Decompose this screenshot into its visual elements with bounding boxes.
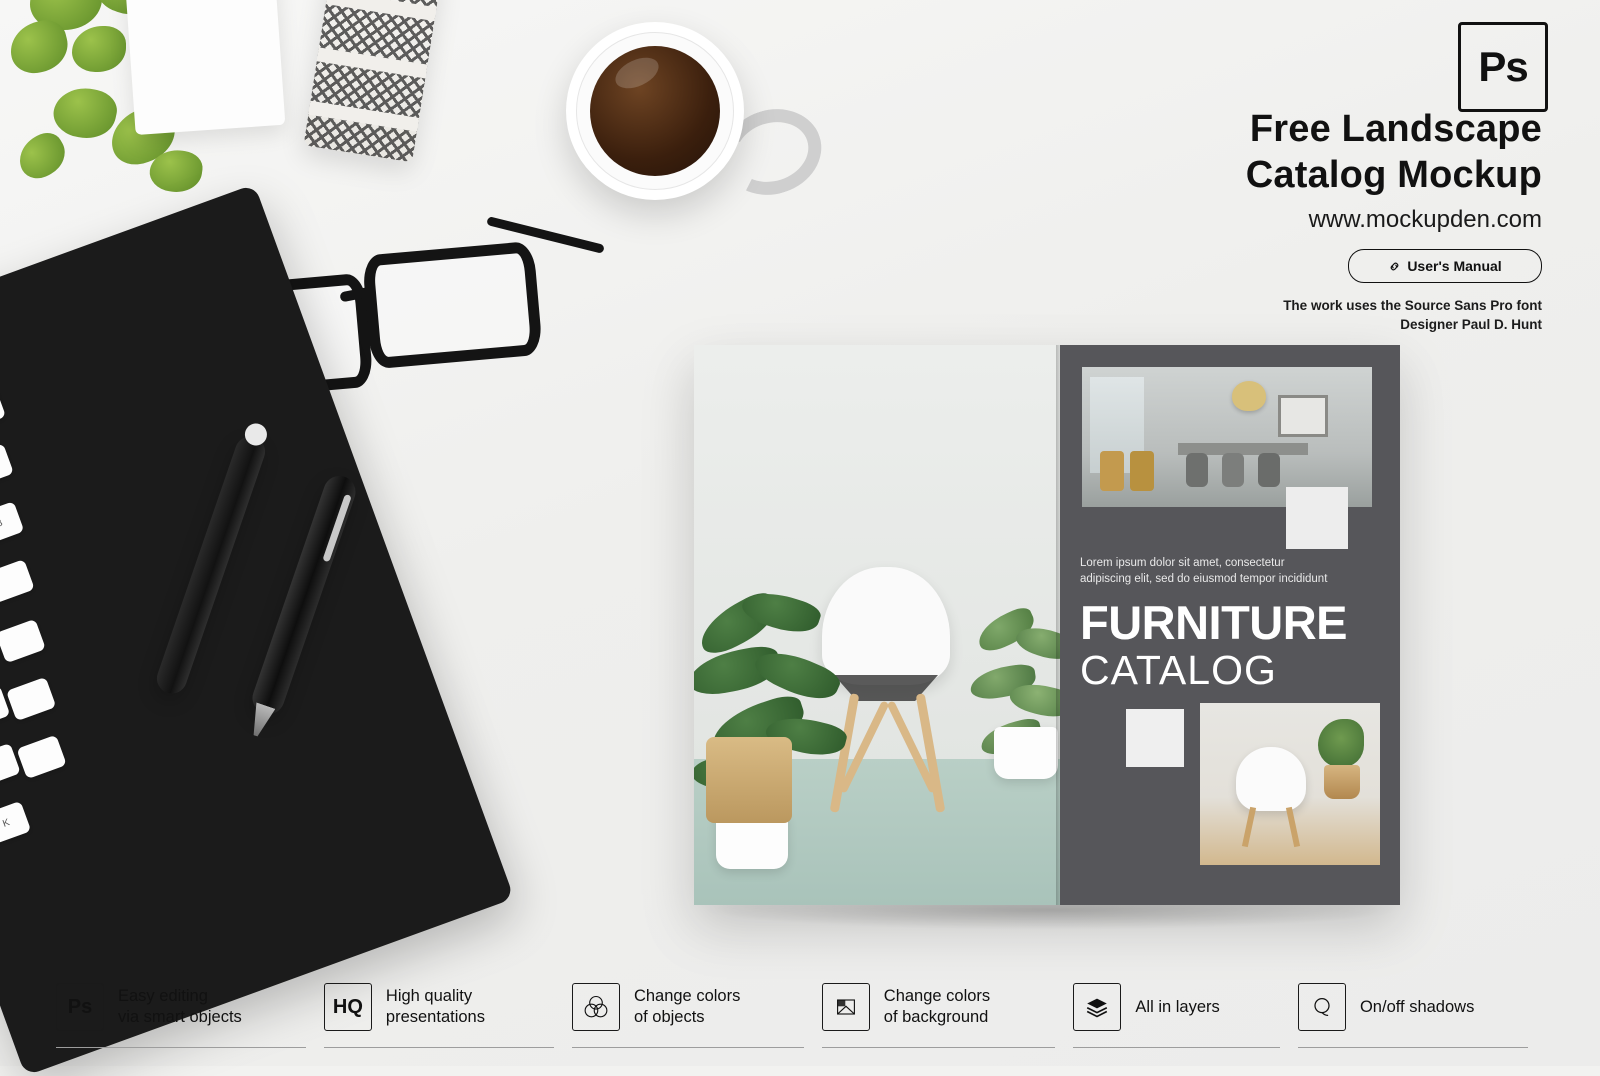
feature-rule bbox=[571, 1047, 804, 1048]
catalog-left-photo bbox=[694, 345, 1060, 905]
users-manual-label: User's Manual bbox=[1407, 258, 1502, 274]
feature-high-quality: HQ High quality presentations bbox=[323, 974, 572, 1048]
users-manual-button[interactable]: User's Manual bbox=[1348, 249, 1542, 283]
feature-line2: presentations bbox=[385, 1008, 485, 1026]
feature-line1: Change colors bbox=[633, 987, 741, 1005]
photoshop-badge-label: Ps bbox=[1478, 43, 1528, 90]
layers-glyph bbox=[1087, 998, 1108, 1018]
feature-bar: Ps Easy editing via smart objects HQ Hig… bbox=[56, 974, 1546, 1048]
feature-rule bbox=[1073, 1047, 1280, 1048]
feature-text: Change colors of objects bbox=[634, 986, 740, 1028]
cover-subtitle: CATALOG bbox=[1080, 647, 1277, 693]
page-title: Free Landscape Catalog Mockup bbox=[822, 106, 1542, 198]
feature-line1: Easy editing bbox=[118, 987, 208, 1005]
shadow-icon bbox=[1297, 983, 1346, 1031]
patterned-vase bbox=[303, 0, 443, 163]
feature-rule bbox=[1297, 1047, 1528, 1048]
font-credit-line1: The work uses the Source Sans Pro font bbox=[1283, 298, 1542, 313]
feature-line1: Change colors bbox=[883, 987, 991, 1005]
photoshop-icon-label: Ps bbox=[67, 995, 93, 1018]
scene-root: Q W E R T A S D F G Z X C V B bbox=[0, 0, 1600, 1076]
feature-easy-editing: Ps Easy editing via smart objects bbox=[56, 974, 324, 1048]
feature-text: All in layers bbox=[1135, 997, 1219, 1018]
plant-pot bbox=[124, 0, 286, 136]
font-credit: The work uses the Source Sans Pro font D… bbox=[822, 296, 1542, 334]
cover-accent-square-bottom bbox=[1126, 709, 1184, 767]
feature-text: Change colors of background bbox=[884, 986, 990, 1028]
link-icon bbox=[1390, 262, 1399, 270]
color-circles-glyph bbox=[584, 995, 608, 1018]
catalog-mockup: Lorem ipsum dolor sit amet, consectetur … bbox=[694, 345, 1400, 905]
feature-text: High quality presentations bbox=[386, 986, 485, 1028]
catalog-cover-panel: Lorem ipsum dolor sit amet, consectetur … bbox=[1060, 345, 1400, 905]
background-glyph bbox=[836, 999, 855, 1015]
feature-line1: On/off shadows bbox=[1359, 997, 1475, 1016]
feature-rule bbox=[821, 1047, 1056, 1048]
background-icon bbox=[821, 983, 870, 1031]
cover-lorem-line2: adipiscing elit, sed do eiusmod tempor i… bbox=[1080, 573, 1328, 585]
feature-change-object-colors: Change colors of objects bbox=[571, 974, 822, 1048]
site-url: www.mockupden.com bbox=[1308, 206, 1542, 233]
layers-icon bbox=[1073, 983, 1122, 1031]
page-title-line1: Free Landscape bbox=[1249, 108, 1542, 150]
cover-lorem-line1: Lorem ipsum dolor sit amet, consectetur bbox=[1080, 557, 1285, 569]
cover-accent-square-top bbox=[1286, 487, 1348, 549]
feature-all-in-layers: All in layers bbox=[1073, 974, 1298, 1048]
coffee-cup bbox=[566, 22, 744, 200]
catalog-plant-right bbox=[968, 604, 1060, 825]
hq-icon-label: HQ bbox=[332, 995, 363, 1018]
feature-text: Easy editing via smart objects bbox=[118, 986, 242, 1028]
cover-photo-interior bbox=[1082, 367, 1372, 507]
cover-photo-chair bbox=[1200, 703, 1380, 865]
feature-text: On/off shadows bbox=[1360, 997, 1474, 1018]
feature-line2: via smart objects bbox=[118, 1008, 242, 1026]
feature-onoff-shadows: On/off shadows bbox=[1297, 974, 1546, 1048]
photoshop-badge: Ps bbox=[1458, 22, 1548, 112]
photoshop-icon: Ps bbox=[56, 983, 104, 1031]
cover-lorem-text: Lorem ipsum dolor sit amet, consectetur … bbox=[1080, 555, 1380, 587]
shadow-glyph bbox=[1314, 997, 1330, 1017]
feature-line1: All in layers bbox=[1135, 997, 1220, 1016]
color-circles-icon bbox=[571, 983, 620, 1031]
feature-line2: of objects bbox=[633, 1008, 705, 1026]
feature-line1: High quality bbox=[385, 987, 473, 1005]
font-credit-line2: Designer Paul D. Hunt bbox=[1400, 317, 1542, 332]
cover-title: FURNITURE bbox=[1080, 596, 1348, 649]
feature-change-background: Change colors of background bbox=[821, 974, 1074, 1048]
feature-rule bbox=[56, 1047, 306, 1048]
page-title-line2: Catalog Mockup bbox=[1245, 154, 1542, 196]
feature-line2: of background bbox=[883, 1008, 989, 1026]
hq-icon: HQ bbox=[323, 983, 372, 1031]
feature-rule bbox=[323, 1047, 554, 1048]
